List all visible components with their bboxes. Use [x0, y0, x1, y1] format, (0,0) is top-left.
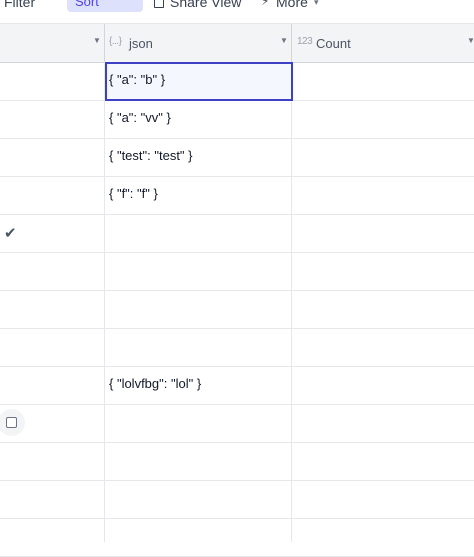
data-grid: { "a": "b" } { "a": "vv" } { "test": "te… — [0, 62, 474, 557]
table-row[interactable]: { "f": "f" } — [0, 176, 474, 215]
sort-button[interactable]: Sort — [67, 0, 143, 12]
bolt-icon: ⚡ — [261, 0, 270, 8]
table-row[interactable] — [0, 328, 474, 367]
share-icon — [154, 0, 164, 8]
table-row[interactable]: { "a": "b" } — [0, 62, 474, 101]
sort-button-label: Sort — [75, 0, 99, 9]
column-header-json[interactable]: {...} json ▼ — [105, 24, 291, 62]
more-button[interactable]: More — [276, 0, 308, 10]
column-title-json: json — [129, 36, 153, 51]
table-row[interactable] — [0, 290, 474, 329]
toolbar: Filter Sort Share View ⚡ More ▾ — [0, 0, 474, 22]
table-row[interactable]: { "test": "test" } — [0, 138, 474, 177]
chevron-down-icon[interactable]: ▾ — [314, 0, 319, 8]
column-header-checkbox[interactable]: ▼ — [0, 24, 104, 62]
column-title-count: Count — [316, 36, 351, 51]
filter-button[interactable]: Filter — [4, 0, 35, 10]
table-row[interactable]: { "a": "vv" } — [0, 100, 474, 139]
chevron-down-icon[interactable]: ▼ — [467, 36, 474, 45]
table-row[interactable] — [0, 252, 474, 291]
column-header-count[interactable]: 123 Count ▼ — [292, 24, 474, 62]
checkmark-icon[interactable]: ✔ — [4, 224, 17, 242]
json-cell[interactable]: { "f": "f" } — [109, 186, 158, 201]
json-cell[interactable]: { "a": "vv" } — [109, 110, 171, 125]
table-row[interactable]: { "lolvfbg": "lol" } — [0, 366, 474, 405]
share-view-button[interactable]: Share View — [170, 0, 241, 10]
table-row[interactable] — [0, 518, 474, 557]
json-cell[interactable]: { "lolvfbg": "lol" } — [109, 376, 201, 391]
column-header-row: ▼ {...} json ▼ 123 Count ▼ — [0, 23, 474, 63]
json-type-icon: {...} — [109, 36, 122, 47]
json-cell[interactable]: { "test": "test" } — [109, 148, 193, 163]
table-row[interactable] — [0, 480, 474, 519]
table-row[interactable]: ✔ — [0, 214, 474, 253]
json-cell[interactable]: { "a": "b" } — [109, 72, 165, 87]
checkbox[interactable] — [6, 417, 17, 428]
table-row[interactable] — [0, 442, 474, 481]
chevron-down-icon[interactable]: ▼ — [93, 36, 101, 45]
number-type-icon: 123 — [297, 36, 313, 47]
chevron-down-icon[interactable]: ▼ — [280, 36, 288, 45]
table-row[interactable] — [0, 404, 474, 443]
